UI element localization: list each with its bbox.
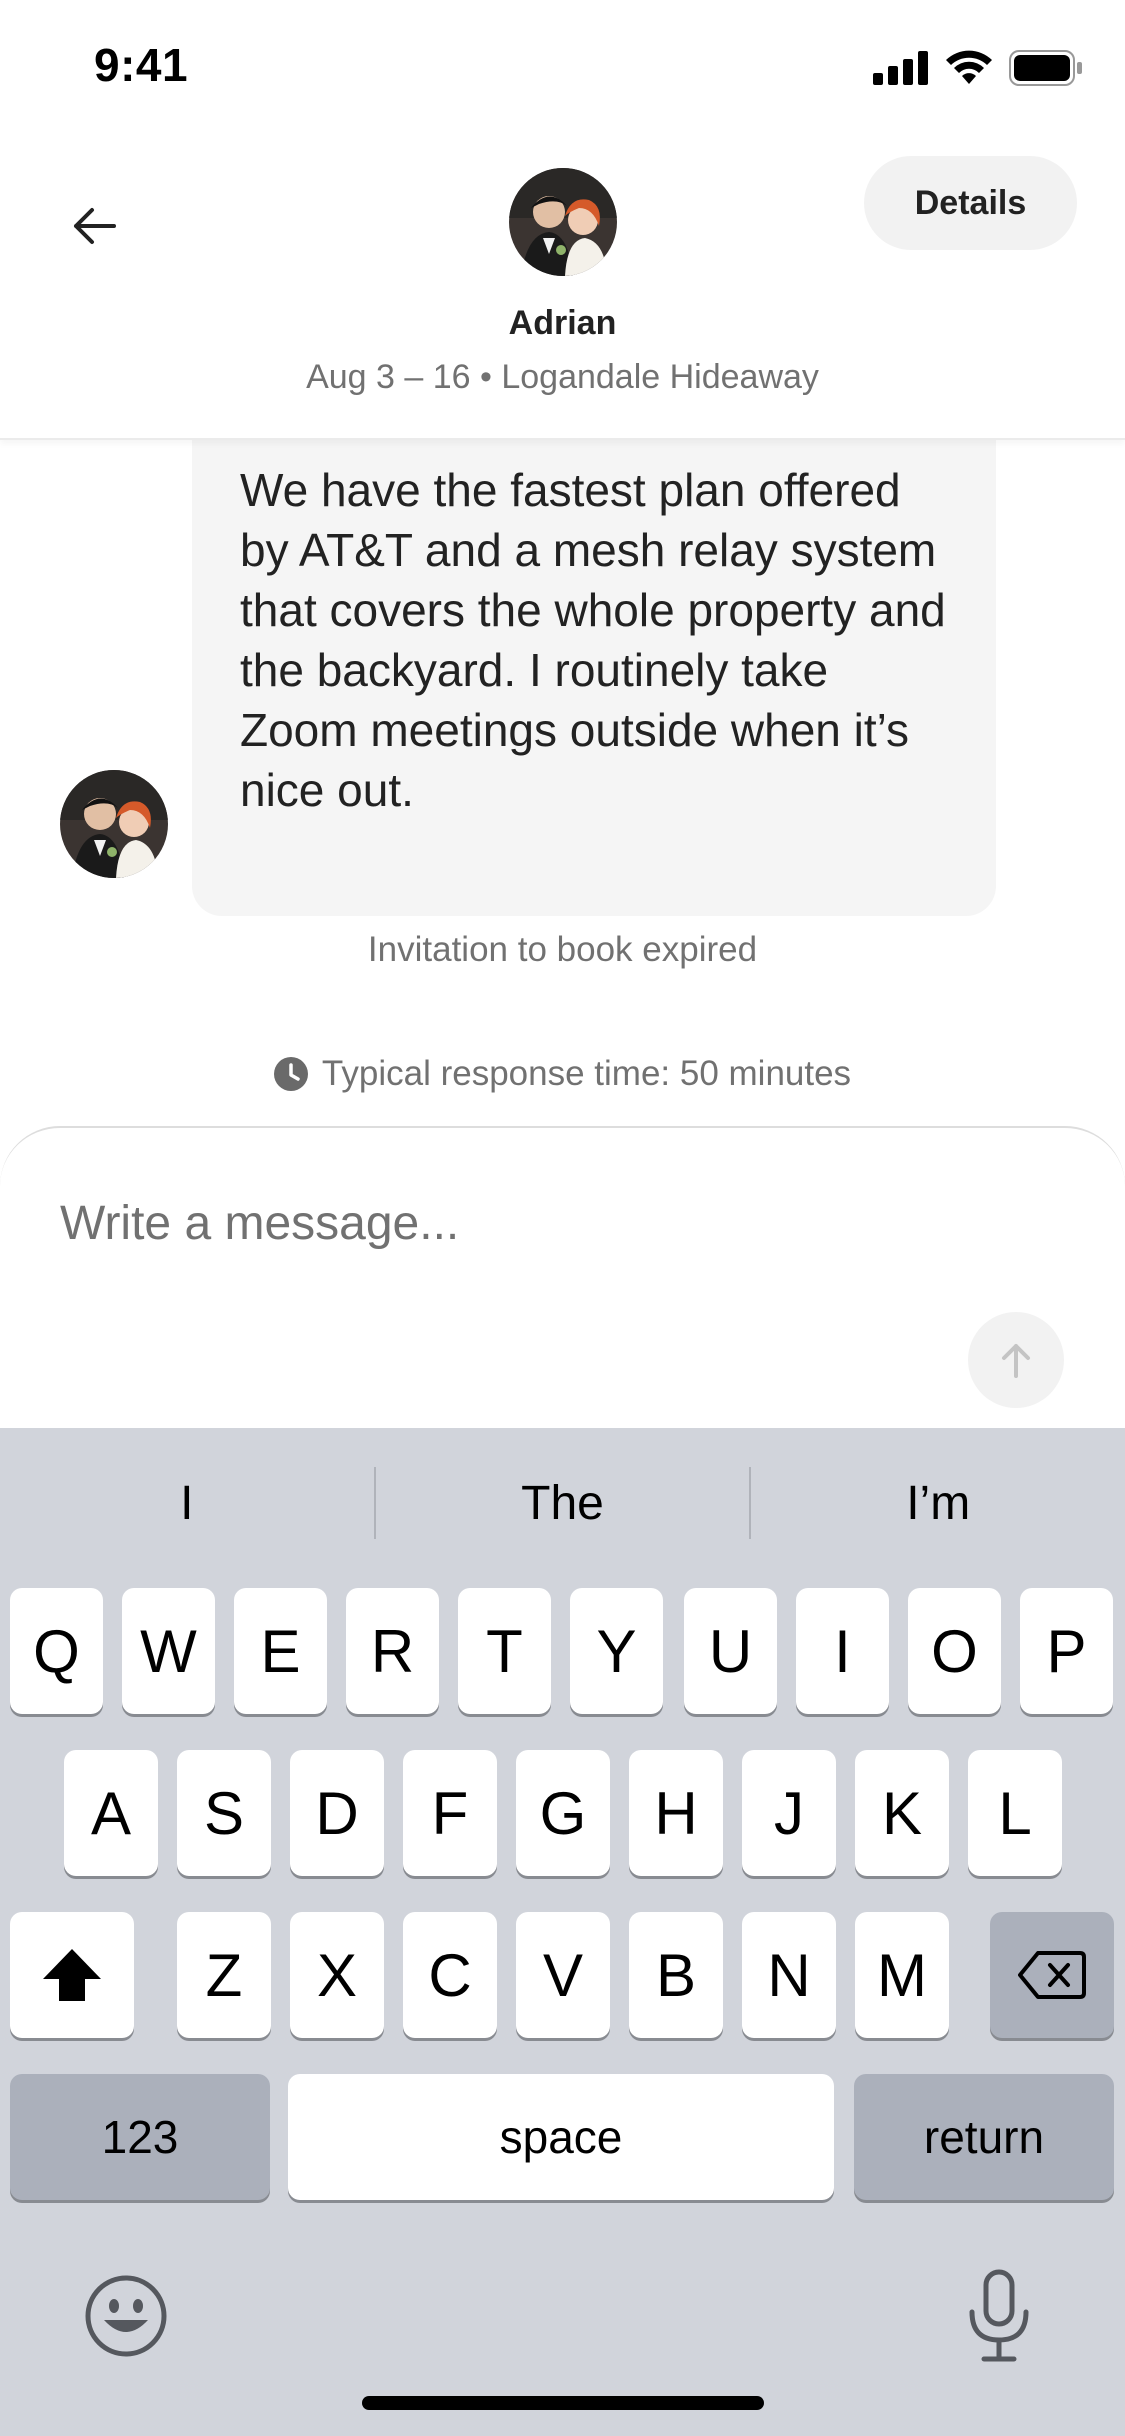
key-w[interactable]: W	[122, 1588, 215, 1714]
message-bubble: We have the fastest plan offered by AT&T…	[192, 440, 996, 916]
suggestion-3[interactable]: I’m	[751, 1428, 1125, 1578]
key-f[interactable]: F	[403, 1750, 497, 1876]
message-thread[interactable]: We have the fastest plan offered by AT&T…	[0, 440, 1125, 1130]
couple-photo-avatar	[509, 168, 617, 276]
emoji-button[interactable]	[84, 2274, 168, 2358]
backspace-icon	[1018, 1951, 1086, 1999]
arrow-left-icon	[74, 208, 116, 244]
key-h[interactable]: H	[629, 1750, 723, 1876]
conversation-header: Adrian Aug 3 – 16 • Logandale Hideaway D…	[0, 140, 1125, 440]
key-o[interactable]: O	[908, 1588, 1001, 1714]
shift-arrow-icon	[43, 1949, 101, 2001]
key-c[interactable]: C	[403, 1912, 497, 2038]
host-avatar[interactable]	[509, 168, 617, 276]
microphone-icon	[969, 2269, 1029, 2362]
cellular-signal-icon	[873, 51, 928, 85]
response-time: Typical response time: 50 minutes	[0, 1054, 1125, 1094]
host-name: Adrian	[508, 304, 617, 342]
key-q[interactable]: Q	[10, 1588, 103, 1714]
key-p[interactable]: P	[1020, 1588, 1113, 1714]
key-e[interactable]: E	[234, 1588, 327, 1714]
arrow-up-icon	[1002, 1344, 1030, 1378]
back-button[interactable]	[58, 190, 130, 262]
invitation-expired-note: Invitation to book expired	[367, 930, 758, 969]
suggestion-1[interactable]: I	[0, 1428, 374, 1578]
key-r[interactable]: R	[346, 1588, 439, 1714]
message-text: We have the fastest plan offered by AT&T…	[240, 464, 946, 816]
send-button[interactable]	[968, 1312, 1064, 1408]
status-time: 9:41	[94, 39, 189, 91]
key-k[interactable]: K	[855, 1750, 949, 1876]
key-s[interactable]: S	[177, 1750, 271, 1876]
keyboard: I The I’m Q W E R T Y U I O P A S D F G …	[0, 1428, 1125, 2436]
key-g[interactable]: G	[516, 1750, 610, 1876]
key-v[interactable]: V	[516, 1912, 610, 2038]
message-input[interactable]	[60, 1188, 960, 1258]
status-icons	[873, 48, 1083, 88]
status-bar: 9:41	[0, 0, 1125, 140]
key-u[interactable]: U	[684, 1588, 777, 1714]
emoji-smile-icon	[85, 2275, 167, 2357]
wifi-icon	[946, 50, 992, 84]
key-x[interactable]: X	[290, 1912, 384, 2038]
key-j[interactable]: J	[742, 1750, 836, 1876]
suggestion-2[interactable]: The	[376, 1428, 750, 1578]
space-key[interactable]: space	[288, 2074, 834, 2200]
details-button[interactable]: Details	[864, 156, 1077, 250]
key-a[interactable]: A	[64, 1750, 158, 1876]
home-indicator[interactable]	[362, 2396, 764, 2410]
shift-key[interactable]	[10, 1912, 134, 2038]
battery-icon	[1009, 50, 1082, 86]
key-l[interactable]: L	[968, 1750, 1062, 1876]
key-b[interactable]: B	[629, 1912, 723, 2038]
dictation-button[interactable]	[964, 2268, 1034, 2364]
key-m[interactable]: M	[855, 1912, 949, 2038]
key-z[interactable]: Z	[177, 1912, 271, 2038]
message-composer	[0, 1126, 1125, 1430]
key-d[interactable]: D	[290, 1750, 384, 1876]
key-n[interactable]: N	[742, 1912, 836, 2038]
delete-key[interactable]	[990, 1912, 1114, 2038]
key-t[interactable]: T	[458, 1588, 551, 1714]
clock-icon	[273, 1057, 308, 1091]
response-time-text: Typical response time: 50 minutes	[321, 1054, 852, 1093]
sender-avatar[interactable]	[60, 770, 168, 878]
couple-photo-avatar	[60, 770, 168, 878]
return-key[interactable]: return	[854, 2074, 1114, 2200]
key-i[interactable]: I	[796, 1588, 889, 1714]
numbers-key[interactable]: 123	[10, 2074, 270, 2200]
trip-info: Aug 3 – 16 • Logandale Hideaway	[306, 358, 819, 396]
predictive-bar: I The I’m	[0, 1428, 1125, 1578]
key-y[interactable]: Y	[570, 1588, 663, 1714]
